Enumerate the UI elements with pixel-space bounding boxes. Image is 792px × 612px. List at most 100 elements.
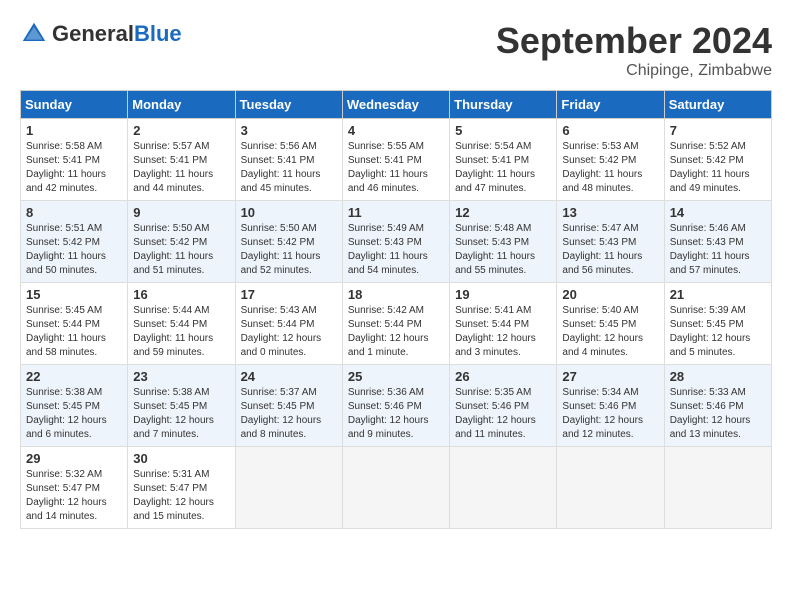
- header-wednesday: Wednesday: [342, 91, 449, 119]
- day-number: 23: [133, 369, 229, 384]
- day-info: Sunrise: 5:41 AM Sunset: 5:44 PM Dayligh…: [455, 304, 551, 360]
- day-info: Sunrise: 5:38 AM Sunset: 5:45 PM Dayligh…: [26, 386, 122, 442]
- day-number: 8: [26, 205, 122, 220]
- day-number: 22: [26, 369, 122, 384]
- day-info: Sunrise: 5:40 AM Sunset: 5:45 PM Dayligh…: [562, 304, 658, 360]
- calendar-week-3: 15Sunrise: 5:45 AM Sunset: 5:44 PM Dayli…: [21, 283, 772, 365]
- calendar-cell: 18 Sunrise: 5:42 AM Sunset: 5:44 PM Dayli…: [342, 283, 449, 365]
- day-info: Sunrise: 5:44 AM Sunset: 5:44 PM Dayligh…: [133, 304, 229, 360]
- day-number: 17: [241, 287, 337, 302]
- logo: GeneralBlue: [20, 20, 182, 48]
- day-number: 14: [670, 205, 766, 220]
- day-info: Sunrise: 5:33 AM Sunset: 5:46 PM Dayligh…: [670, 386, 766, 442]
- day-number: 10: [241, 205, 337, 220]
- day-info: Sunrise: 5:54 AM Sunset: 5:41 PM Dayligh…: [455, 140, 551, 196]
- page-header: GeneralBlue September 2024 Chipinge, Zim…: [20, 20, 772, 80]
- day-number: 9: [133, 205, 229, 220]
- day-number: 2: [133, 123, 229, 138]
- day-info: Sunrise: 5:52 AM Sunset: 5:42 PM Dayligh…: [670, 140, 766, 196]
- calendar-cell: 6 Sunrise: 5:53 AM Sunset: 5:42 PM Daylig…: [557, 119, 664, 201]
- calendar-cell: 8 Sunrise: 5:51 AM Sunset: 5:42 PM Daylig…: [21, 201, 128, 283]
- day-info: Sunrise: 5:32 AM Sunset: 5:47 PM Dayligh…: [26, 468, 122, 524]
- calendar-cell: 13Sunrise: 5:47 AM Sunset: 5:43 PM Dayli…: [557, 201, 664, 283]
- day-number: 5: [455, 123, 551, 138]
- calendar-cell: 10 Sunrise: 5:50 AM Sunset: 5:42 PM Dayli…: [235, 201, 342, 283]
- calendar-cell: 2 Sunrise: 5:57 AM Sunset: 5:41 PM Daylig…: [128, 119, 235, 201]
- month-title: September 2024: [496, 20, 772, 62]
- calendar-body: 1 Sunrise: 5:58 AM Sunset: 5:41 PM Daylig…: [21, 119, 772, 529]
- day-info: Sunrise: 5:39 AM Sunset: 5:45 PM Dayligh…: [670, 304, 766, 360]
- day-number: 7: [670, 123, 766, 138]
- calendar-cell: [342, 447, 449, 529]
- day-info: Sunrise: 5:50 AM Sunset: 5:42 PM Dayligh…: [133, 222, 229, 278]
- day-number: 28: [670, 369, 766, 384]
- calendar-cell: 17 Sunrise: 5:43 AM Sunset: 5:44 PM Dayli…: [235, 283, 342, 365]
- day-info: Sunrise: 5:56 AM Sunset: 5:41 PM Dayligh…: [241, 140, 337, 196]
- day-info: Sunrise: 5:36 AM Sunset: 5:46 PM Dayligh…: [348, 386, 444, 442]
- day-number: 15: [26, 287, 122, 302]
- calendar-cell: 5 Sunrise: 5:54 AM Sunset: 5:41 PM Daylig…: [450, 119, 557, 201]
- day-number: 21: [670, 287, 766, 302]
- day-number: 1: [26, 123, 122, 138]
- day-number: 16: [133, 287, 229, 302]
- day-info: Sunrise: 5:53 AM Sunset: 5:42 PM Dayligh…: [562, 140, 658, 196]
- day-info: Sunrise: 5:51 AM Sunset: 5:42 PM Dayligh…: [26, 222, 122, 278]
- day-info: Sunrise: 5:35 AM Sunset: 5:46 PM Dayligh…: [455, 386, 551, 442]
- header-saturday: Saturday: [664, 91, 771, 119]
- day-info: Sunrise: 5:57 AM Sunset: 5:41 PM Dayligh…: [133, 140, 229, 196]
- calendar-week-4: 22 Sunrise: 5:38 AM Sunset: 5:45 PM Dayli…: [21, 365, 772, 447]
- calendar-week-2: 8 Sunrise: 5:51 AM Sunset: 5:42 PM Daylig…: [21, 201, 772, 283]
- day-number: 20: [562, 287, 658, 302]
- day-info: Sunrise: 5:55 AM Sunset: 5:41 PM Dayligh…: [348, 140, 444, 196]
- calendar-cell: 12Sunrise: 5:48 AM Sunset: 5:43 PM Dayli…: [450, 201, 557, 283]
- location-text: Chipinge, Zimbabwe: [496, 62, 772, 80]
- day-number: 18: [348, 287, 444, 302]
- day-number: 12: [455, 205, 551, 220]
- day-info: Sunrise: 5:50 AM Sunset: 5:42 PM Dayligh…: [241, 222, 337, 278]
- calendar-cell: 25 Sunrise: 5:36 AM Sunset: 5:46 PM Dayli…: [342, 365, 449, 447]
- logo-icon: [20, 20, 48, 48]
- day-info: Sunrise: 5:37 AM Sunset: 5:45 PM Dayligh…: [241, 386, 337, 442]
- day-number: 29: [26, 451, 122, 466]
- day-number: 24: [241, 369, 337, 384]
- calendar-cell: 30Sunrise: 5:31 AM Sunset: 5:47 PM Dayli…: [128, 447, 235, 529]
- calendar-cell: 29 Sunrise: 5:32 AM Sunset: 5:47 PM Dayli…: [21, 447, 128, 529]
- logo-blue-text: Blue: [134, 21, 182, 46]
- calendar-week-5: 29 Sunrise: 5:32 AM Sunset: 5:47 PM Dayli…: [21, 447, 772, 529]
- day-number: 19: [455, 287, 551, 302]
- header-monday: Monday: [128, 91, 235, 119]
- calendar-cell: 27Sunrise: 5:34 AM Sunset: 5:46 PM Dayli…: [557, 365, 664, 447]
- day-info: Sunrise: 5:58 AM Sunset: 5:41 PM Dayligh…: [26, 140, 122, 196]
- day-number: 3: [241, 123, 337, 138]
- title-area: September 2024 Chipinge, Zimbabwe: [496, 20, 772, 80]
- day-number: 30: [133, 451, 229, 466]
- day-number: 25: [348, 369, 444, 384]
- logo-general-text: General: [52, 21, 134, 46]
- calendar-cell: [557, 447, 664, 529]
- header-tuesday: Tuesday: [235, 91, 342, 119]
- calendar-week-1: 1 Sunrise: 5:58 AM Sunset: 5:41 PM Daylig…: [21, 119, 772, 201]
- calendar-cell: 3 Sunrise: 5:56 AM Sunset: 5:41 PM Daylig…: [235, 119, 342, 201]
- day-info: Sunrise: 5:49 AM Sunset: 5:43 PM Dayligh…: [348, 222, 444, 278]
- calendar-cell: 28 Sunrise: 5:33 AM Sunset: 5:46 PM Dayli…: [664, 365, 771, 447]
- calendar-cell: 19 Sunrise: 5:41 AM Sunset: 5:44 PM Dayli…: [450, 283, 557, 365]
- day-info: Sunrise: 5:42 AM Sunset: 5:44 PM Dayligh…: [348, 304, 444, 360]
- calendar-cell: 23Sunrise: 5:38 AM Sunset: 5:45 PM Dayli…: [128, 365, 235, 447]
- calendar-cell: 24 Sunrise: 5:37 AM Sunset: 5:45 PM Dayli…: [235, 365, 342, 447]
- header-thursday: Thursday: [450, 91, 557, 119]
- calendar-cell: 16 Sunrise: 5:44 AM Sunset: 5:44 PM Dayli…: [128, 283, 235, 365]
- header-sunday: Sunday: [21, 91, 128, 119]
- day-number: 6: [562, 123, 658, 138]
- calendar-cell: 11Sunrise: 5:49 AM Sunset: 5:43 PM Dayli…: [342, 201, 449, 283]
- calendar-cell: 4 Sunrise: 5:55 AM Sunset: 5:41 PM Daylig…: [342, 119, 449, 201]
- calendar-cell: 1 Sunrise: 5:58 AM Sunset: 5:41 PM Daylig…: [21, 119, 128, 201]
- day-number: 4: [348, 123, 444, 138]
- calendar-cell: 14Sunrise: 5:46 AM Sunset: 5:43 PM Dayli…: [664, 201, 771, 283]
- calendar-table: SundayMondayTuesdayWednesdayThursdayFrid…: [20, 90, 772, 529]
- day-info: Sunrise: 5:43 AM Sunset: 5:44 PM Dayligh…: [241, 304, 337, 360]
- day-number: 13: [562, 205, 658, 220]
- calendar-cell: 7 Sunrise: 5:52 AM Sunset: 5:42 PM Daylig…: [664, 119, 771, 201]
- calendar-cell: 15Sunrise: 5:45 AM Sunset: 5:44 PM Dayli…: [21, 283, 128, 365]
- calendar-cell: 20 Sunrise: 5:40 AM Sunset: 5:45 PM Dayli…: [557, 283, 664, 365]
- calendar-cell: 22 Sunrise: 5:38 AM Sunset: 5:45 PM Dayli…: [21, 365, 128, 447]
